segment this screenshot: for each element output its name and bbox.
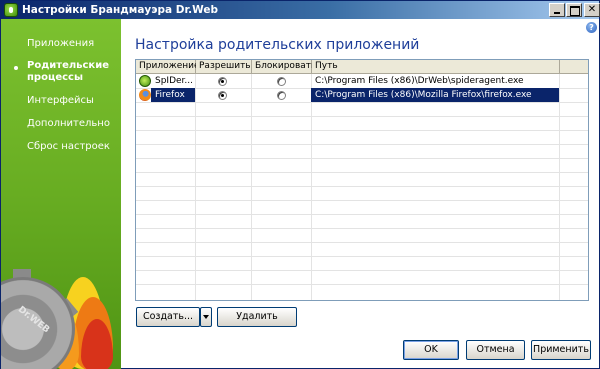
- footer-divider: [133, 333, 593, 334]
- grid-line: [136, 116, 588, 117]
- spider-icon: [139, 75, 151, 87]
- delete-button[interactable]: Удалить: [217, 307, 297, 327]
- allow-radio[interactable]: [218, 77, 227, 86]
- create-button[interactable]: Создать...: [136, 307, 200, 327]
- grid-line: [136, 186, 588, 187]
- sidebar: Приложения Родительские процессы Интерфе…: [1, 19, 121, 369]
- grid-line: [136, 172, 588, 173]
- sidebar-item-applications[interactable]: Приложения: [27, 38, 94, 50]
- help-icon[interactable]: ?: [586, 22, 597, 33]
- close-button[interactable]: ✕: [584, 3, 600, 17]
- grid-line: [136, 214, 588, 215]
- grid-line: [136, 284, 588, 285]
- grid-line: [136, 102, 588, 103]
- sidebar-item-reset[interactable]: Сброс настроек: [27, 141, 110, 153]
- sidebar-item-parent-processes[interactable]: Родительские процессы: [27, 60, 109, 84]
- apply-button[interactable]: Применить: [531, 340, 591, 360]
- grid-line: [136, 144, 588, 145]
- create-dropdown-arrow[interactable]: [200, 307, 212, 327]
- column-header-block[interactable]: Блокировать: [252, 60, 316, 74]
- title-bar[interactable]: Настройки Брандмауэра Dr.Web ✕: [1, 1, 600, 19]
- sidebar-item-label-line1: Родительские: [27, 60, 110, 71]
- drweb-app-icon: [4, 3, 18, 17]
- row-app-name: SpIDer...: [155, 76, 194, 86]
- sidebar-item-label-line2: процессы: [27, 72, 84, 83]
- grid-line: [311, 74, 312, 300]
- column-header-filler: [560, 60, 588, 74]
- table-row-selected[interactable]: Firefox C:\Program Files (x86)\Mozilla F…: [136, 88, 588, 102]
- grid-line: [136, 256, 588, 257]
- firefox-icon: [139, 89, 151, 101]
- allow-radio[interactable]: [218, 91, 227, 100]
- settings-window: Настройки Брандмауэра Dr.Web ✕ ? Приложе…: [0, 0, 600, 369]
- active-bullet-icon: [14, 66, 18, 70]
- row-path: C:\Program Files (x86)\DrWeb\spideragent…: [315, 76, 524, 86]
- grid-line: [136, 242, 588, 243]
- grid-line: [136, 158, 588, 159]
- column-header-path[interactable]: Путь: [312, 60, 560, 74]
- grid-line: [136, 200, 588, 201]
- column-header-allow[interactable]: Разрешить: [196, 60, 252, 74]
- grid-line: [136, 228, 588, 229]
- block-radio[interactable]: [277, 77, 286, 86]
- ok-button[interactable]: OK: [403, 340, 459, 360]
- sidebar-item-advanced[interactable]: Дополнительно: [27, 118, 110, 130]
- cancel-button[interactable]: Отмена: [466, 340, 525, 360]
- grid-line: [136, 270, 588, 271]
- parent-apps-table: Приложение Разрешить Блокировать Путь Sp…: [135, 59, 589, 301]
- window-title: Настройки Брандмауэра Dr.Web: [22, 4, 218, 16]
- grid-line: [136, 130, 588, 131]
- minimize-button[interactable]: [549, 3, 565, 17]
- page-title: Настройка родительских приложений: [135, 37, 420, 53]
- table-row[interactable]: SpIDer... C:\Program Files (x86)\DrWeb\s…: [136, 74, 588, 88]
- row-path: C:\Program Files (x86)\Mozilla Firefox\f…: [315, 90, 532, 100]
- block-radio[interactable]: [277, 91, 286, 100]
- sidebar-item-interfaces[interactable]: Интерфейсы: [27, 95, 94, 107]
- grid-line: [251, 74, 252, 300]
- row-app-name: Firefox: [155, 90, 185, 100]
- maximize-button[interactable]: [566, 3, 582, 17]
- column-header-application[interactable]: Приложение: [136, 60, 200, 74]
- grid-line: [195, 74, 196, 300]
- grid-line: [559, 74, 560, 300]
